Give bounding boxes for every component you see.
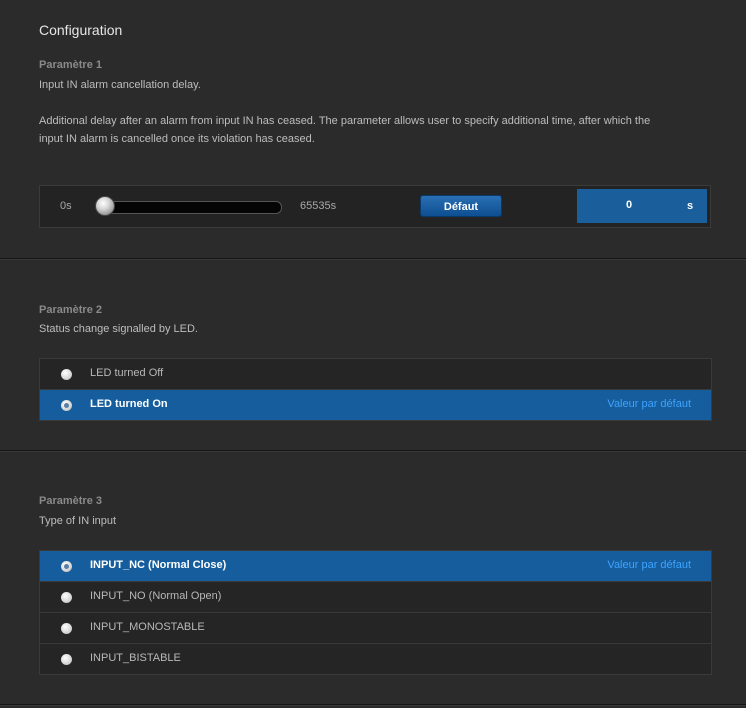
param3-option-list: INPUT_NC (Normal Close) Valeur par défau…: [39, 550, 712, 675]
option-label: LED turned Off: [90, 367, 164, 379]
option-input-monostable[interactable]: INPUT_MONOSTABLE: [40, 613, 711, 644]
radio-button[interactable]: [61, 369, 72, 380]
delay-value-input[interactable]: [597, 198, 661, 212]
default-value-note: Valeur par défaut: [607, 559, 691, 571]
default-value-note: Valeur par défaut: [607, 398, 691, 410]
param2-description: Status change signalled by LED.: [39, 323, 198, 335]
option-label: INPUT_BISTABLE: [90, 652, 181, 664]
param1-detail-line1: Additional delay after an alarm from inp…: [39, 115, 651, 127]
param3-description: Type of IN input: [39, 515, 117, 527]
default-button[interactable]: Défaut: [420, 195, 502, 217]
value-box: s: [577, 189, 707, 223]
param1-detail-line2: input IN alarm is cancelled once its vio…: [39, 133, 315, 145]
param3-heading: Paramètre 3: [39, 495, 102, 507]
value-unit: s: [687, 200, 694, 212]
radio-button[interactable]: [61, 654, 72, 665]
option-input-no[interactable]: INPUT_NO (Normal Open): [40, 582, 711, 613]
option-label: INPUT_NC (Normal Close): [90, 559, 227, 571]
separator: [0, 450, 746, 452]
param2-heading: Paramètre 2: [39, 304, 102, 316]
option-input-nc[interactable]: INPUT_NC (Normal Close) Valeur par défau…: [40, 551, 711, 582]
radio-button[interactable]: [61, 561, 72, 572]
option-led-off[interactable]: LED turned Off: [40, 359, 711, 390]
radio-button[interactable]: [61, 592, 72, 603]
page-title: Configuration: [39, 22, 123, 38]
param2-option-list: LED turned Off LED turned On Valeur par …: [39, 358, 712, 421]
option-label: LED turned On: [90, 398, 168, 410]
option-label: INPUT_NO (Normal Open): [90, 590, 222, 602]
radio-button[interactable]: [61, 623, 72, 634]
separator: [0, 258, 746, 260]
slider-max-label: 65535s: [300, 200, 337, 212]
radio-button[interactable]: [61, 400, 72, 411]
slider-min-label: 0s: [60, 200, 72, 212]
option-label: INPUT_MONOSTABLE: [90, 621, 205, 633]
param1-detail: Additional delay after an alarm from inp…: [39, 112, 719, 148]
option-input-bistable[interactable]: INPUT_BISTABLE: [40, 644, 711, 675]
delay-slider-track[interactable]: [95, 196, 282, 216]
param1-heading: Paramètre 1: [39, 59, 102, 71]
param1-slider-row: 0s 65535s Défaut s: [39, 185, 711, 228]
param1-description: Input IN alarm cancellation delay.: [39, 79, 201, 91]
delay-slider-knob[interactable]: [95, 196, 115, 216]
separator: [0, 704, 746, 706]
option-led-on[interactable]: LED turned On Valeur par défaut: [40, 390, 711, 421]
